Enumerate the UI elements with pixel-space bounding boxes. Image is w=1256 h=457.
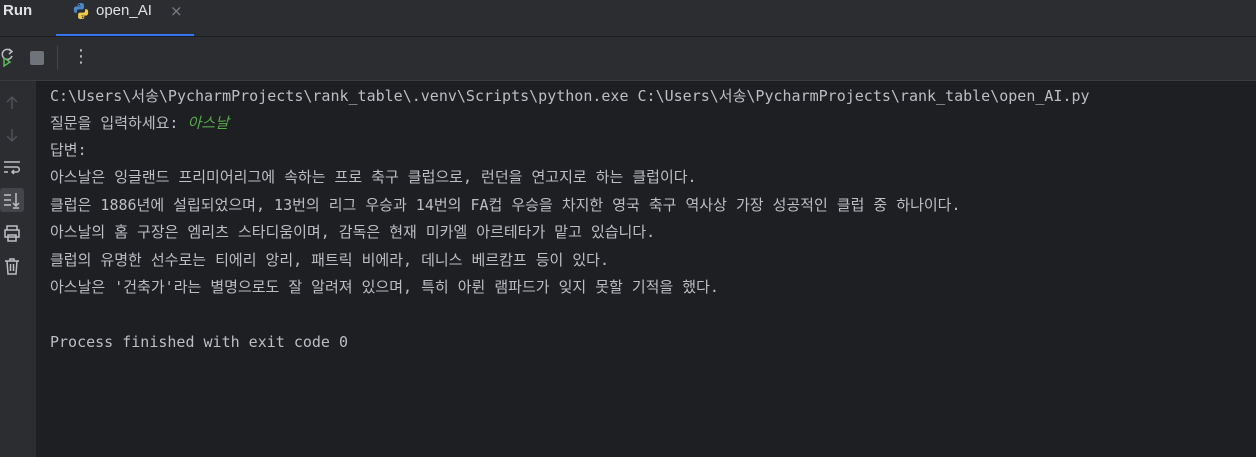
soft-wrap-icon[interactable] [2, 157, 22, 177]
run-tool-window-header: Run open_AI × [0, 0, 1256, 37]
answer-line: 클럽의 유명한 선수로는 티에리 앙리, 패트릭 비에라, 데니스 베르캄프 등… [50, 251, 610, 269]
user-input-text: 아스날 [187, 114, 229, 132]
answer-line: 클럽은 1886년에 설립되었으며, 13번의 리그 우승과 14번의 FA컵 … [50, 196, 961, 214]
answer-line: 아스날은 잉글랜드 프리미어리그에 속하는 프로 축구 클럽으로, 런던을 연고… [50, 168, 697, 186]
answer-line: 아스날은 '건축가'라는 별명으로도 잘 알려져 있으며, 특히 아륀 램파드가… [50, 278, 719, 296]
scroll-to-end-toggle[interactable] [0, 188, 24, 212]
answer-line: 아스날의 홈 구장은 엠리츠 스타디움이며, 감독은 현재 미카엘 아르테타가 … [50, 223, 656, 241]
exit-message: Process finished with exit code 0 [50, 333, 349, 351]
tab-open-ai[interactable]: open_AI × [56, 0, 194, 36]
print-icon[interactable] [2, 223, 22, 243]
toolbar-separator [57, 46, 58, 70]
run-toolbar: ⋮ [0, 37, 1256, 81]
stop-icon[interactable] [28, 49, 46, 67]
arrow-up-icon[interactable] [2, 93, 22, 113]
scroll-to-end-icon [4, 193, 20, 209]
answer-header: 답변: [50, 141, 87, 159]
rerun-icon[interactable] [0, 47, 18, 67]
trash-icon[interactable] [2, 256, 22, 276]
arrow-down-icon[interactable] [2, 125, 22, 145]
python-icon [73, 3, 89, 19]
run-panel-title[interactable]: Run [3, 2, 32, 19]
console-side-toolbar [0, 81, 36, 457]
tab-label: open_AI [96, 2, 152, 19]
close-icon[interactable]: × [170, 2, 183, 20]
console-output[interactable]: C:\Users\서송\PycharmProjects\rank_table\.… [37, 81, 1256, 457]
prompt-line: 질문을 입력하세요: 아스날 [50, 113, 229, 133]
command-line: C:\Users\서송\PycharmProjects\rank_table\.… [50, 87, 1090, 105]
more-vertical-icon[interactable]: ⋮ [72, 46, 90, 67]
prompt-text: 질문을 입력하세요: [50, 114, 188, 132]
